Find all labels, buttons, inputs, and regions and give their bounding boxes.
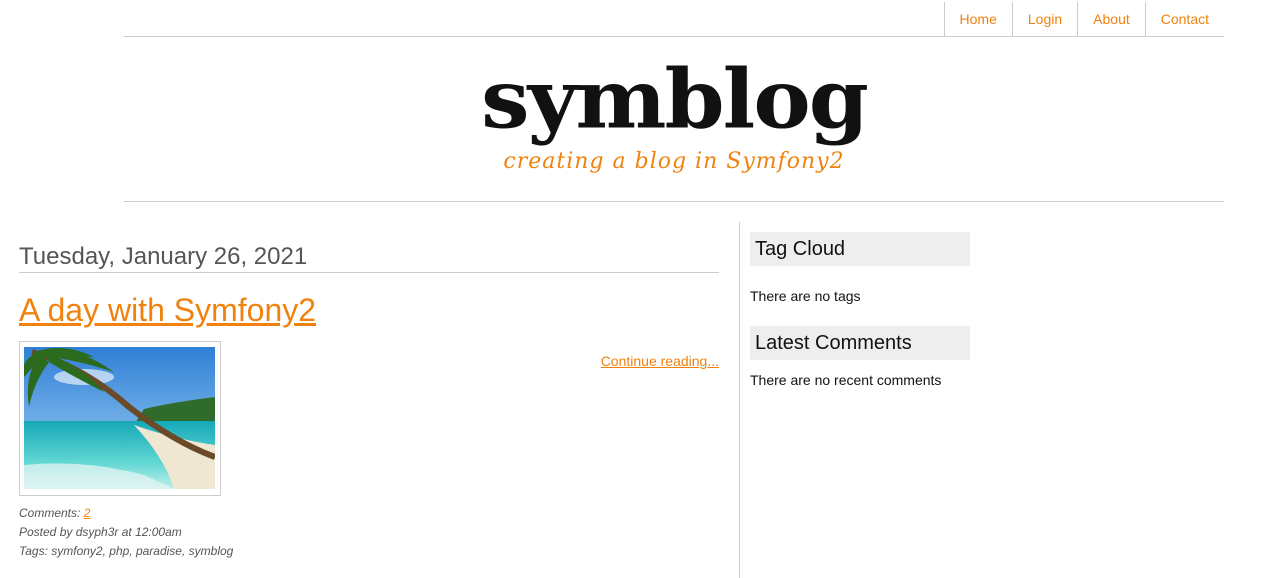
sidebar: Tag Cloud There are no tags Latest Comme… (750, 232, 970, 388)
comments-count-link[interactable]: 2 (84, 506, 91, 520)
column-divider (739, 222, 740, 578)
post-author-meta: Posted by dsyph3r at 12:00am (19, 525, 182, 539)
nav-item-contact[interactable]: Contact (1144, 2, 1224, 36)
tag-cloud-title: Tag Cloud (750, 232, 970, 266)
latest-comments-text: There are no recent comments (750, 372, 942, 388)
post-tags-meta: Tags: symfony2, php, paradise, symblog (19, 544, 234, 558)
post-title-link[interactable]: A day with Symfony2 (19, 292, 316, 329)
nav-item-home[interactable]: Home (943, 2, 1012, 36)
post-thumbnail (19, 341, 221, 496)
nav-list: Home Login About Contact (943, 2, 1224, 36)
site-tagline: creating a blog in Symfony2 (503, 149, 845, 174)
continue-reading-link[interactable]: Continue reading... (601, 353, 719, 369)
post-date: Tuesday, January 26, 2021 (19, 242, 719, 273)
nav-item-about[interactable]: About (1077, 2, 1145, 36)
tag-cloud-widget: Tag Cloud There are no tags (750, 232, 970, 304)
site-header: symblog creating a blog in Symfony2 (124, 37, 1224, 202)
nav-item-login[interactable]: Login (1011, 2, 1077, 36)
post-comments-meta: Comments: 2 (19, 506, 90, 520)
latest-comments-title: Latest Comments (750, 326, 970, 360)
top-navigation: Home Login About Contact (124, 0, 1224, 37)
site-logo[interactable]: symblog (124, 59, 1224, 141)
beach-palm-image (24, 347, 215, 489)
latest-comments-widget: Latest Comments There are no recent comm… (750, 326, 970, 388)
tag-cloud-text: There are no tags (750, 288, 861, 304)
comments-label: Comments: (19, 506, 81, 520)
